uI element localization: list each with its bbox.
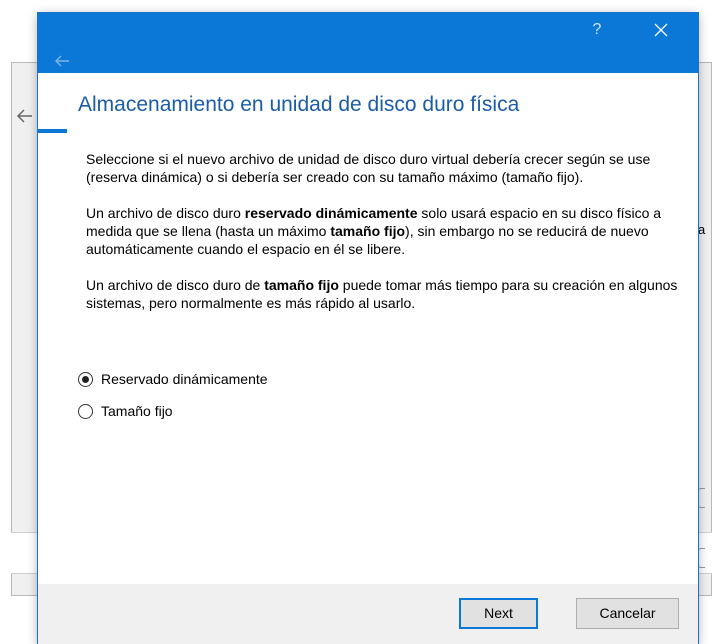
back-arrow-icon[interactable] — [52, 53, 72, 69]
wizard-dialog: ? Almacenamiento en unidad de disco duro… — [38, 13, 698, 644]
dialog-titlebar: ? — [38, 13, 698, 73]
description-paragraph-3: Un archivo de disco duro de tamaño fijo … — [86, 276, 682, 312]
text-run: Un archivo de disco duro de — [86, 277, 265, 293]
option-dynamic-label: Reservado dinámicamente — [101, 371, 268, 387]
bold-term: reservado dinámicamente — [244, 205, 418, 221]
close-icon — [654, 23, 668, 37]
radio-fixed[interactable] — [78, 403, 93, 419]
background-back-arrow-icon — [16, 109, 32, 123]
option-fixed-label: Tamaño fijo — [101, 403, 173, 419]
description-paragraph-1: Seleccione si el nuevo archivo de unidad… — [86, 151, 651, 185]
dialog-footer: Next Cancelar — [38, 584, 698, 644]
next-button[interactable]: Next — [459, 598, 538, 629]
page-accent-bar — [38, 129, 67, 133]
background-scroll-edge — [698, 488, 705, 508]
option-fixed[interactable]: Tamaño fijo — [78, 403, 173, 419]
page-description: Seleccione si el nuevo archivo de unidad… — [86, 150, 682, 330]
background-scroll-edge — [698, 548, 705, 568]
cancel-button[interactable]: Cancelar — [576, 598, 679, 629]
text-run: Un archivo de disco duro — [86, 205, 245, 221]
close-button[interactable] — [638, 13, 684, 47]
description-paragraph-2: Un archivo de disco duro reservado dinám… — [86, 204, 682, 258]
help-button[interactable]: ? — [574, 13, 620, 47]
bold-term: tamaño fijo — [330, 223, 406, 239]
bold-term: tamaño fijo — [264, 277, 339, 293]
option-dynamic[interactable]: Reservado dinámicamente — [78, 371, 268, 387]
page-title: Almacenamiento en unidad de disco duro f… — [78, 93, 520, 116]
radio-dynamic-checked[interactable] — [78, 371, 93, 387]
background-text-fragment: a — [698, 222, 706, 237]
